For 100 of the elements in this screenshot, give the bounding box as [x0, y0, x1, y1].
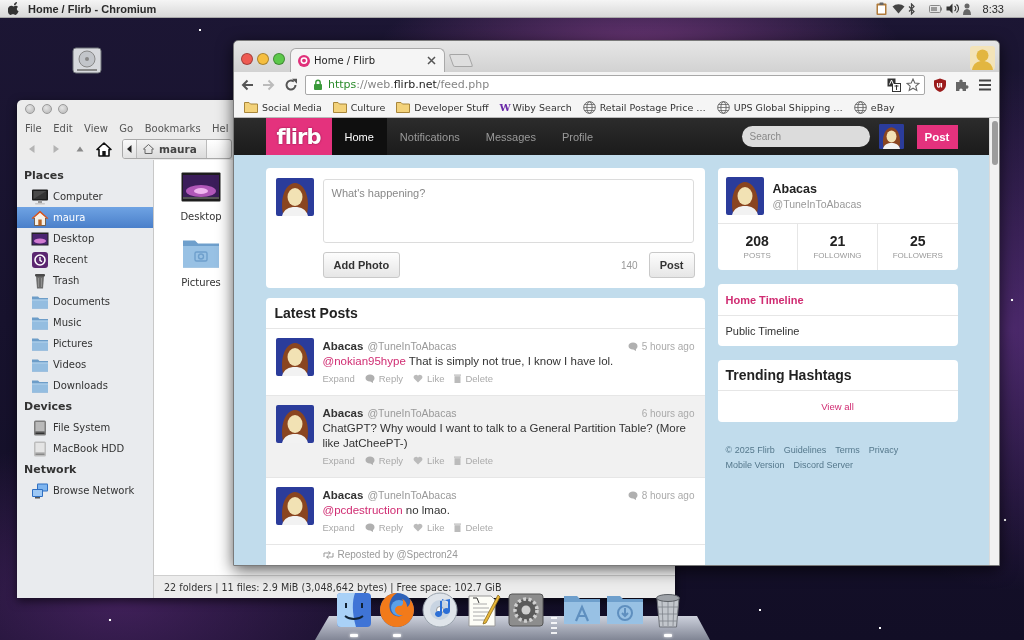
sidebar-item[interactable]: Trash: [17, 270, 153, 291]
music-disc-icon[interactable]: [422, 592, 458, 628]
menu-item[interactable]: View: [84, 122, 108, 134]
bookmark-item[interactable]: UPS Global Shipping …: [714, 100, 845, 114]
profile-name[interactable]: Abacas: [772, 182, 862, 197]
site-icon: [298, 54, 310, 67]
globe-icon: [582, 100, 596, 114]
footer-link[interactable]: Discord Server: [793, 458, 854, 473]
home-icon[interactable]: [96, 141, 112, 157]
bluetooth-icon[interactable]: [907, 2, 915, 15]
post-text: ChatGPT? Why would I want to talk to a General Partition Table? (More like JatCheePT-): [322, 421, 687, 451]
sidebar-item[interactable]: Desktop: [17, 228, 153, 249]
avatar-icon[interactable]: [275, 338, 314, 376]
post-button[interactable]: Post: [648, 252, 695, 278]
bookmark-item[interactable]: Retail Postage Price …: [580, 100, 708, 114]
sidebar-item[interactable]: Pictures: [17, 333, 153, 354]
menu-item[interactable]: Go: [119, 122, 134, 134]
author-name[interactable]: Abacas: [322, 407, 364, 419]
nav-tab[interactable]: Profile: [548, 118, 607, 155]
author-name[interactable]: Abacas: [322, 340, 364, 352]
user-icon[interactable]: [962, 2, 971, 15]
nav-tab[interactable]: Notifications: [386, 118, 473, 155]
clipboard-icon[interactable]: [875, 2, 887, 15]
repost-icon: [322, 551, 334, 559]
trash-icon[interactable]: [654, 592, 682, 628]
sidebar-item[interactable]: Browse Network: [17, 480, 153, 501]
wifi-icon[interactable]: [891, 3, 905, 14]
sidebar-item[interactable]: Computer: [17, 186, 153, 207]
bookmark-item[interactable]: Developer Stuff: [394, 101, 491, 113]
scrollbar-thumb[interactable]: [991, 121, 998, 165]
app-folder-icon[interactable]: [563, 595, 601, 625]
document-pen-icon[interactable]: [465, 592, 501, 628]
search-field[interactable]: Search: [741, 126, 870, 147]
timeline-link[interactable]: Home Timeline: [717, 284, 958, 315]
mention-link[interactable]: @nokian95hype: [322, 355, 406, 367]
folder-icon: [332, 101, 347, 113]
star-icon[interactable]: [906, 77, 920, 92]
stat-label: FOLLOWERS: [892, 250, 943, 262]
volume-icon[interactable]: [945, 3, 959, 14]
sidebar-item[interactable]: Recent: [17, 249, 153, 270]
hard-drive-icon: [31, 440, 49, 457]
view-all-link[interactable]: View all: [821, 401, 854, 412]
sidebar-item[interactable]: Downloads: [17, 375, 153, 396]
heart-icon: [413, 373, 424, 383]
trash-icon: [454, 373, 462, 383]
sidebar-item[interactable]: MacBook HDD: [17, 438, 153, 459]
stat-value: 208: [745, 232, 769, 250]
nav-tab[interactable]: Messages: [472, 118, 549, 155]
footer-link[interactable]: Privacy: [868, 443, 899, 458]
download-folder-icon[interactable]: [606, 595, 644, 625]
fox-globe-icon[interactable]: [379, 592, 415, 628]
avatar-icon[interactable]: [725, 177, 764, 215]
status-text: 22 folders | 11 files: 2.9 MiB (3,048,642 bytes) | Free space: 102.7 GiB: [164, 581, 502, 593]
footer-link[interactable]: Terms: [835, 443, 860, 458]
post-button[interactable]: Post: [916, 124, 958, 149]
sidebar-item[interactable]: Documents: [17, 291, 153, 312]
path-button[interactable]: maura: [137, 140, 207, 158]
menu-item[interactable]: Bookmarks: [144, 122, 201, 134]
menu-item[interactable]: Hel: [212, 122, 229, 134]
bookmark-item[interactable]: Culture: [330, 101, 388, 113]
bookmark-item[interactable]: W Wiby Search: [497, 101, 574, 113]
timeline-link[interactable]: Public Timeline: [717, 315, 958, 346]
mention-link[interactable]: @pcdestruction: [322, 504, 403, 516]
folder-item[interactable]: Desktop: [180, 172, 222, 224]
menu-item[interactable]: Edit: [53, 122, 73, 134]
folder-icon: [396, 101, 411, 113]
post-textarea[interactable]: What's happening?: [322, 179, 694, 243]
back-icon[interactable]: [240, 77, 254, 92]
avatar-icon[interactable]: [275, 405, 314, 443]
reload-icon[interactable]: [284, 77, 298, 92]
menu-icon[interactable]: [978, 77, 992, 92]
bookmark-item[interactable]: Social Media: [242, 101, 324, 113]
browser-tab[interactable]: Home / Flirb: [290, 48, 445, 72]
nav-tab[interactable]: Home: [331, 118, 387, 155]
sidebar-item[interactable]: Videos: [17, 354, 153, 375]
apple-icon[interactable]: [8, 2, 19, 15]
avatar-icon[interactable]: [275, 487, 314, 525]
footer-link[interactable]: Mobile Version: [725, 458, 785, 473]
translate-icon[interactable]: [887, 77, 901, 92]
shield-icon[interactable]: [933, 77, 947, 92]
clock-text[interactable]: 8:33: [982, 2, 1004, 15]
author-name[interactable]: Abacas: [322, 489, 364, 501]
footer-link[interactable]: Guidelines: [783, 443, 827, 458]
site-logo[interactable]: flirb: [265, 118, 332, 155]
folder-item[interactable]: Pictures: [181, 237, 221, 290]
gear-icon[interactable]: [508, 592, 544, 628]
face-tile-icon[interactable]: [336, 592, 372, 628]
menu-item[interactable]: File: [25, 122, 42, 134]
avatar-icon[interactable]: [878, 124, 904, 149]
home-icon: [143, 144, 154, 154]
character-count: 140: [620, 259, 638, 271]
sidebar-item[interactable]: Music: [17, 312, 153, 333]
bookmark-item[interactable]: eBay: [851, 100, 897, 114]
window-title: Home / Flirb - Chromium: [28, 2, 157, 15]
puzzle-icon[interactable]: [955, 77, 969, 92]
sidebar-item[interactable]: File System: [17, 417, 153, 438]
path-scroll-button[interactable]: [123, 140, 137, 158]
address-bar[interactable]: https://web.flirb.net/feed.php: [305, 74, 925, 95]
add-photo-button[interactable]: Add Photo: [322, 252, 401, 278]
close-icon[interactable]: [427, 56, 436, 65]
